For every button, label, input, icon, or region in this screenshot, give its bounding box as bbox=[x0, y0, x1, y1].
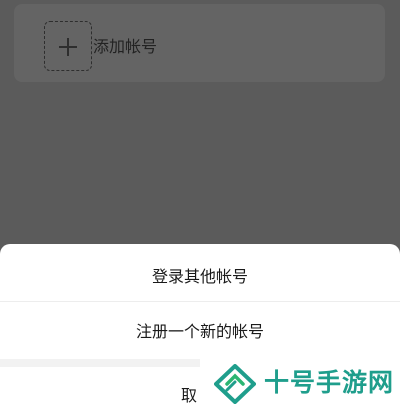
divider bbox=[0, 301, 400, 302]
cancel-button[interactable]: 取 bbox=[181, 386, 197, 406]
add-account-label: 添加帐号 bbox=[93, 37, 158, 56]
watermark-logo-icon bbox=[214, 364, 256, 404]
watermark-text: 十号手游网 bbox=[264, 368, 395, 397]
login-other-account-button[interactable]: 登录其他帐号 bbox=[0, 267, 400, 287]
add-plus-icon[interactable] bbox=[44, 21, 92, 71]
add-account-card[interactable]: 添加帐号 bbox=[14, 4, 385, 82]
register-new-account-button[interactable]: 注册一个新的帐号 bbox=[0, 322, 400, 342]
watermark: 十号手游网 bbox=[200, 356, 400, 407]
